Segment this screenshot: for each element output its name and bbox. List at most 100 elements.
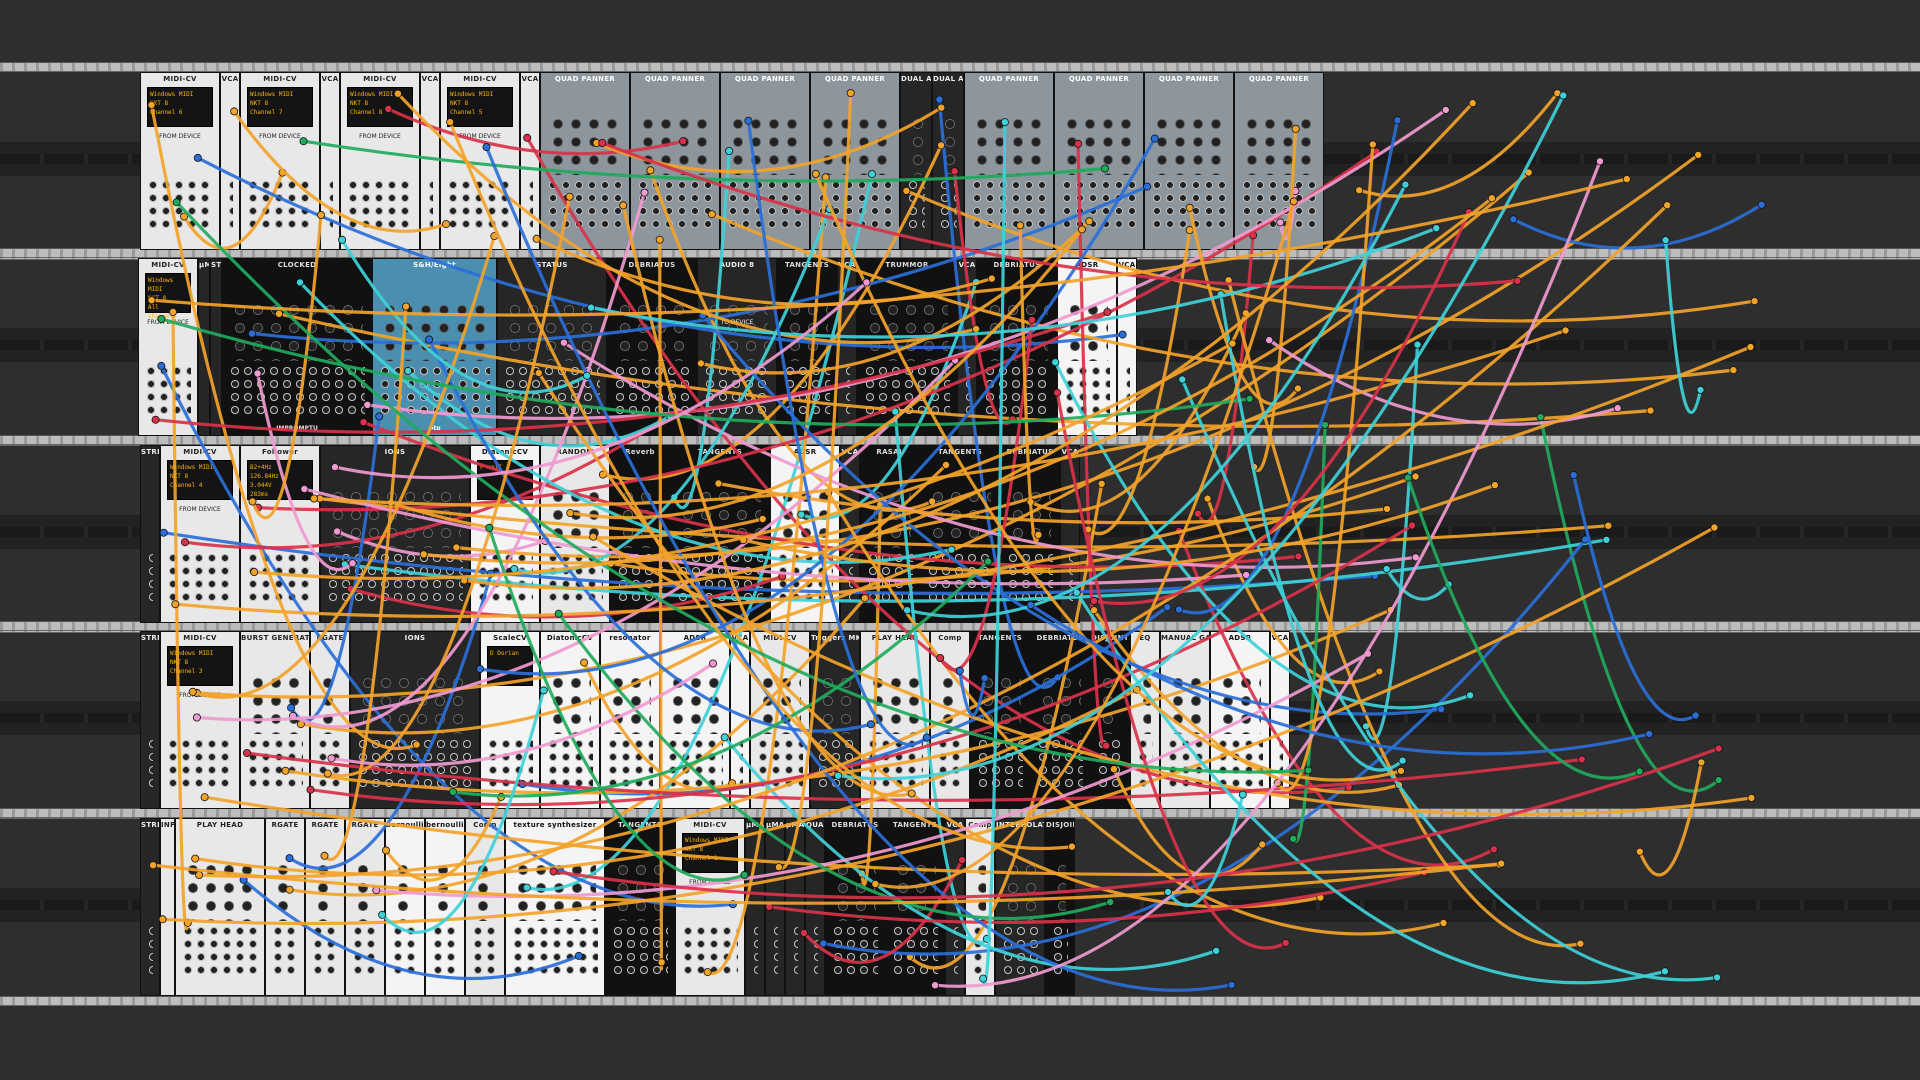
knob-group[interactable] xyxy=(1009,488,1051,549)
quad-panner-6[interactable]: QUAD PANNER xyxy=(1054,72,1144,250)
jack-grid[interactable] xyxy=(167,737,233,792)
jack-grid[interactable] xyxy=(312,924,338,979)
jack-grid[interactable] xyxy=(977,737,1023,792)
jack-grid[interactable] xyxy=(752,924,758,979)
knob-group[interactable] xyxy=(249,674,301,735)
jack-grid[interactable] xyxy=(757,737,803,792)
knob-group[interactable] xyxy=(1054,861,1066,922)
vca-r2a[interactable]: VCA xyxy=(837,258,857,436)
jack-grid[interactable] xyxy=(784,364,830,419)
adsr-r4a[interactable]: ADSR xyxy=(660,631,730,809)
jack-grid[interactable] xyxy=(392,924,418,979)
knob-group[interactable] xyxy=(894,861,936,922)
jack-grid[interactable] xyxy=(432,924,458,979)
random[interactable]: RANDOM xyxy=(540,445,610,623)
jack-grid[interactable] xyxy=(487,737,533,792)
knob-group[interactable] xyxy=(614,861,666,922)
triggers-mkii[interactable]: Triggers MKII xyxy=(810,631,860,809)
knob-group[interactable] xyxy=(549,488,601,549)
strip-r5[interactable]: STRIP xyxy=(140,818,160,996)
jack-grid[interactable] xyxy=(817,737,853,792)
rgate-r4[interactable]: RGATE xyxy=(310,631,350,809)
vca-r3b[interactable]: VCA xyxy=(1060,445,1080,623)
jack-grid[interactable] xyxy=(772,924,778,979)
jack-grid[interactable] xyxy=(147,737,153,792)
debriatus-r4[interactable]: DEBRIATUS xyxy=(1030,631,1090,809)
jack-grid[interactable] xyxy=(847,551,853,606)
jack-grid[interactable] xyxy=(617,551,663,606)
jack-grid[interactable] xyxy=(227,178,233,233)
eq-r4[interactable]: EQ xyxy=(1130,631,1160,809)
debriatus-r3[interactable]: DEBRIATUS xyxy=(1000,445,1060,623)
jack-grid[interactable] xyxy=(1151,178,1227,233)
knob-group[interactable] xyxy=(1139,674,1151,735)
debriatus-r2a[interactable]: DEBRIATUS xyxy=(607,258,697,436)
jack-grid[interactable] xyxy=(1037,737,1083,792)
adsr-r2[interactable]: ADSR xyxy=(1057,258,1117,436)
dual-attenuverter-1[interactable]: DUAL ATTENUVERTER xyxy=(900,72,932,250)
diatonic-cv-r4[interactable]: DiatonicCV xyxy=(540,631,600,809)
jack-grid[interactable] xyxy=(1124,364,1130,419)
knob-group[interactable] xyxy=(819,674,851,735)
knob-group[interactable] xyxy=(514,861,596,922)
play-head-r4[interactable]: PLAY HEAD xyxy=(860,631,930,809)
knob-group[interactable] xyxy=(474,861,496,922)
clocked[interactable]: CLOCKED IMPROMPTU xyxy=(222,258,372,436)
knob-group[interactable] xyxy=(609,674,651,735)
jack-grid[interactable] xyxy=(677,551,763,606)
knob-group[interactable] xyxy=(779,488,831,549)
dual-attenuverter-2[interactable]: DUAL ATTENUVERTER xyxy=(932,72,964,250)
knob-group[interactable] xyxy=(909,115,923,176)
knob-group[interactable] xyxy=(549,674,591,735)
knob-group[interactable] xyxy=(616,301,688,362)
jack-grid[interactable] xyxy=(327,178,333,233)
jack-grid[interactable] xyxy=(1067,551,1073,606)
umap-r5a[interactable]: μMAP xyxy=(745,818,765,996)
knob-group[interactable] xyxy=(729,115,801,176)
jack-grid[interactable] xyxy=(1167,737,1203,792)
knob-group[interactable] xyxy=(381,301,488,362)
jack-grid[interactable] xyxy=(964,364,970,419)
jack-grid[interactable] xyxy=(737,737,743,792)
jack-grid[interactable] xyxy=(817,178,893,233)
jack-grid[interactable] xyxy=(1097,737,1123,792)
jack-grid[interactable] xyxy=(892,924,938,979)
jack-grid[interactable] xyxy=(477,551,533,606)
knob-group[interactable] xyxy=(759,674,801,735)
jack-grid[interactable] xyxy=(792,924,798,979)
knob-group[interactable] xyxy=(679,488,761,549)
jack-grid[interactable] xyxy=(1137,737,1153,792)
jack-grid[interactable] xyxy=(614,364,690,419)
jack-grid[interactable] xyxy=(637,178,713,233)
knob-group[interactable] xyxy=(973,115,1045,176)
jack-grid[interactable] xyxy=(547,737,593,792)
rgate-r5c[interactable]: RGATE xyxy=(345,818,385,996)
knob-group[interactable] xyxy=(506,301,598,362)
jack-grid[interactable] xyxy=(504,364,600,419)
midi-cv-r1a[interactable]: MIDI-CV Windows MIDI NKT 8 Channel 6 FROM DE… xyxy=(140,72,220,250)
jack-grid[interactable] xyxy=(1064,364,1110,419)
vca-r4b[interactable]: VCA xyxy=(1270,631,1290,809)
ions-r4[interactable]: IONS xyxy=(350,631,480,809)
knob-group[interactable] xyxy=(1039,674,1081,735)
umap-r2[interactable]: μMAP xyxy=(198,258,210,436)
bernoulli-gate-1[interactable]: bernoulli gate xyxy=(385,818,425,996)
knob-group[interactable] xyxy=(834,861,876,922)
jack-grid[interactable] xyxy=(527,178,533,233)
vca-r1a[interactable]: VCA xyxy=(220,72,240,250)
knob-group[interactable] xyxy=(1153,115,1225,176)
disjoint-r5[interactable]: DISJOINT xyxy=(1045,818,1075,996)
jack-grid[interactable] xyxy=(939,178,957,233)
rasal[interactable]: RASAL xyxy=(860,445,920,623)
strip-r3[interactable]: STRIP xyxy=(140,445,160,623)
quad-panner-1[interactable]: QUAD PANNER xyxy=(540,72,630,250)
tangents-r2[interactable]: TANGENTS xyxy=(777,258,837,436)
knob-group[interactable] xyxy=(1099,674,1121,735)
midi-cv-r2a[interactable]: MIDI-CV Windows MIDI NKT 8 All channels FROM… xyxy=(138,258,198,436)
vca-r2b[interactable]: VCA xyxy=(957,258,977,436)
jack-grid[interactable] xyxy=(927,551,993,606)
quad-panner-5[interactable]: QUAD PANNER xyxy=(964,72,1054,250)
texture-synth[interactable]: texture synthesizer xyxy=(505,818,605,996)
knob-group[interactable] xyxy=(786,301,828,362)
manual-gate[interactable]: MANUAL GATE xyxy=(1160,631,1210,809)
